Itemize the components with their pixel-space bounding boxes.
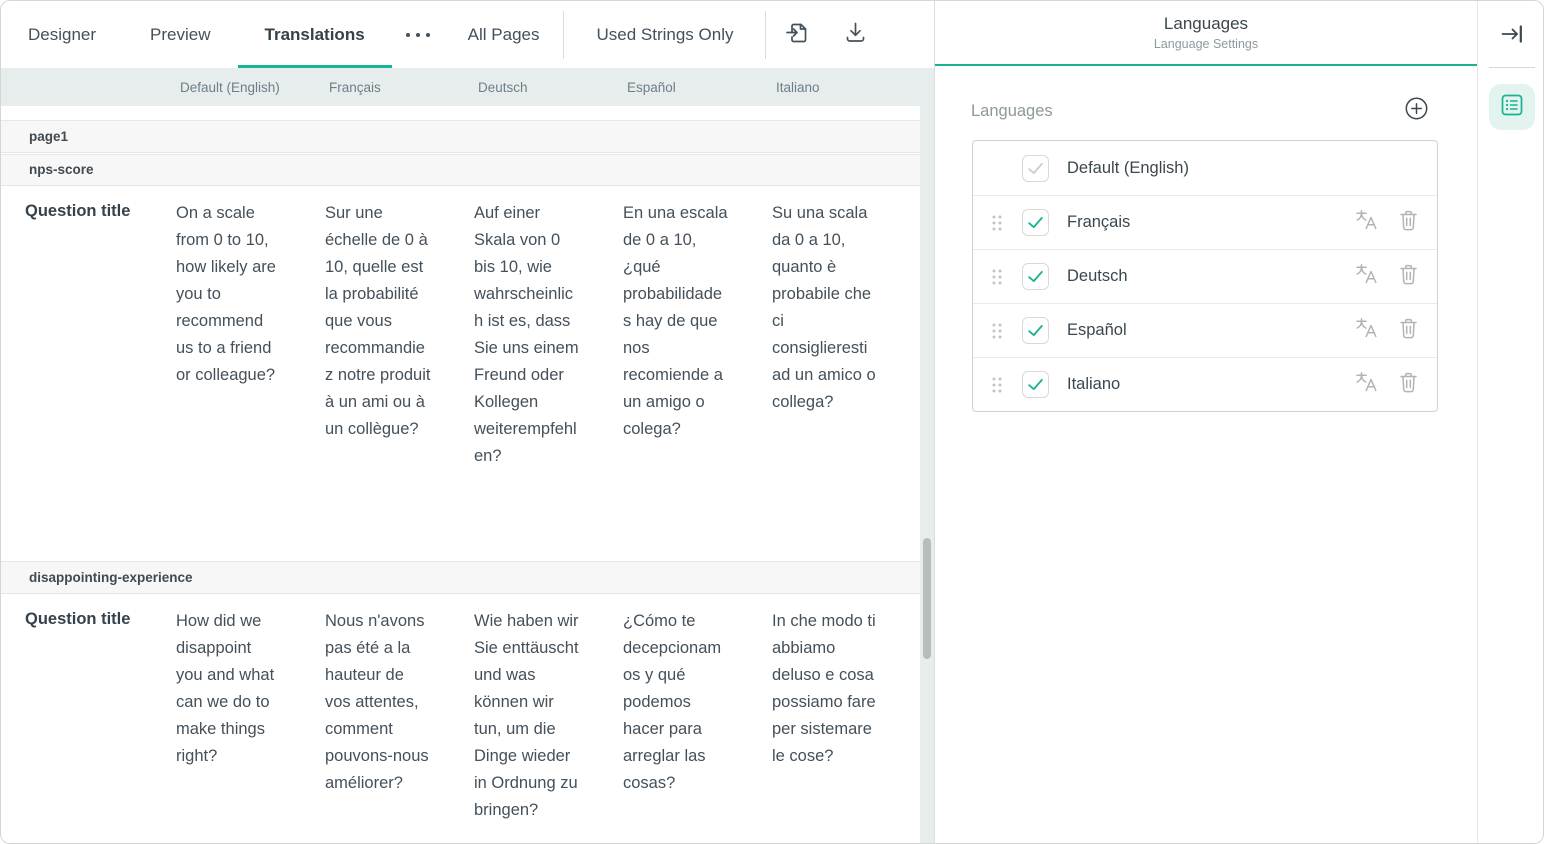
language-row-default: Default (English)	[973, 141, 1437, 195]
languages-list: Default (English) Français	[972, 140, 1438, 412]
language-row-espanol: Español	[973, 303, 1437, 357]
tab-translations[interactable]: Translations	[238, 1, 392, 68]
download-icon	[841, 18, 870, 52]
drag-handle-icon[interactable]	[991, 322, 1003, 340]
collapse-panel-button[interactable]	[1495, 19, 1529, 53]
auto-translate-icon	[1354, 208, 1379, 238]
toggle-all-pages[interactable]: All Pages	[446, 1, 562, 68]
translation-cell-espanol[interactable]: ¿Cómo te decepcionamos y qué podemos hac…	[613, 594, 762, 797]
drag-handle-icon[interactable]	[991, 376, 1003, 394]
plus-circle-icon	[1404, 96, 1429, 126]
language-row-italiano: Italiano	[973, 357, 1437, 411]
delete-language-button[interactable]	[1394, 317, 1422, 345]
tab-preview[interactable]: Preview	[123, 1, 237, 68]
column-header-deutsch: Deutsch	[464, 80, 613, 95]
auto-translate-icon	[1354, 370, 1379, 400]
row-label: Question title	[1, 186, 166, 221]
column-header-francais: Français	[315, 80, 464, 95]
delete-language-button[interactable]	[1394, 209, 1422, 237]
drag-handle-icon[interactable]	[991, 214, 1003, 232]
auto-translate-icon	[1354, 316, 1379, 346]
panel-subtitle: Language Settings	[935, 37, 1477, 51]
translation-cell-default[interactable]: On a scale from 0 to 10, how likely are …	[166, 186, 315, 389]
translation-cell-deutsch[interactable]: Auf einer Skala von 0 bis 10, wie wahrsc…	[464, 186, 613, 470]
translation-cell-francais[interactable]: Sur une échelle de 0 à 10, quelle est la…	[315, 186, 464, 443]
language-settings-panel: Languages Language Settings Languages	[934, 1, 1477, 844]
column-header-italiano: Italiano	[762, 80, 911, 95]
trash-icon	[1397, 208, 1420, 238]
import-document-icon	[783, 18, 812, 52]
group-row-nps-score[interactable]: nps-score	[1, 153, 920, 186]
drag-handle-icon[interactable]	[991, 268, 1003, 286]
app-window: Designer Preview Translations All Pages …	[0, 0, 1544, 844]
column-header-default: Default (English)	[166, 80, 315, 95]
language-checkbox-francais[interactable]	[1022, 209, 1049, 236]
ellipsis-icon[interactable]	[402, 27, 434, 43]
translation-table-header: Default (English) Français Deutsch Españ…	[1, 68, 934, 106]
side-toolbar	[1477, 1, 1544, 844]
panel-header: Languages Language Settings	[935, 1, 1477, 66]
language-name: Français	[1067, 213, 1352, 232]
translation-table: page1 nps-score Question title On a scal…	[1, 106, 920, 844]
column-header-espanol: Español	[613, 80, 762, 95]
language-checkbox-espanol[interactable]	[1022, 317, 1049, 344]
language-name: Deutsch	[1067, 267, 1352, 286]
auto-translate-button[interactable]	[1352, 209, 1380, 237]
panel-title: Languages	[935, 14, 1477, 34]
delete-language-button[interactable]	[1394, 263, 1422, 291]
collapse-panel-icon	[1499, 21, 1525, 52]
language-checkbox-italiano[interactable]	[1022, 371, 1049, 398]
group-row-page1[interactable]: page1	[1, 120, 920, 153]
language-row-deutsch: Deutsch	[973, 249, 1437, 303]
toolbar-separator	[765, 11, 766, 59]
toolbar-divider	[1489, 67, 1535, 68]
toggle-used-strings-only[interactable]: Used Strings Only	[566, 1, 763, 68]
auto-translate-button[interactable]	[1352, 263, 1380, 291]
language-name: Español	[1067, 321, 1352, 340]
language-checkbox-default	[1022, 155, 1049, 182]
tab-designer[interactable]: Designer	[1, 1, 123, 68]
translation-cell-italiano[interactable]: In che modo ti abbiamo deluso e cosa pos…	[762, 594, 911, 770]
property-grid-tool-button[interactable]	[1489, 84, 1535, 130]
auto-translate-button[interactable]	[1352, 371, 1380, 399]
trash-icon	[1397, 262, 1420, 292]
language-name: Italiano	[1067, 375, 1352, 394]
translation-cell-italiano[interactable]: Su una scala da 0 a 10, quanto è probabi…	[762, 186, 911, 416]
translation-cell-francais[interactable]: Nous n'avons pas été a la hauteur de vos…	[315, 594, 464, 797]
languages-section-title: Languages	[971, 102, 1053, 121]
scrollbar-thumb[interactable]	[923, 538, 931, 659]
export-translations-button[interactable]	[832, 12, 878, 58]
table-row: Question title How did we disappoint you…	[1, 594, 920, 824]
delete-language-button[interactable]	[1394, 371, 1422, 399]
translation-cell-espanol[interactable]: En una escala de 0 a 10, ¿qué probabilid…	[613, 186, 762, 443]
toolbar-separator	[563, 11, 564, 59]
language-name: Default (English)	[1067, 159, 1422, 178]
row-label: Question title	[1, 594, 166, 629]
auto-translate-button[interactable]	[1352, 317, 1380, 345]
trash-icon	[1397, 316, 1420, 346]
vertical-scrollbar[interactable]	[920, 106, 934, 844]
property-grid-icon	[1499, 92, 1525, 123]
group-row-disappointing-experience[interactable]: disappointing-experience	[1, 561, 920, 594]
translation-cell-default[interactable]: How did we disappoint you and what can w…	[166, 594, 315, 770]
languages-section-header: Languages	[971, 97, 1430, 125]
table-row: Question title On a scale from 0 to 10, …	[1, 186, 920, 561]
translation-cell-deutsch[interactable]: Wie haben wir Sie enttäuscht und was kön…	[464, 594, 613, 824]
import-translations-button[interactable]	[774, 12, 820, 58]
auto-translate-icon	[1354, 262, 1379, 292]
language-row-francais: Français	[973, 195, 1437, 249]
add-language-button[interactable]	[1402, 97, 1430, 125]
tab-bar: Designer Preview Translations All Pages …	[1, 1, 935, 68]
language-checkbox-deutsch[interactable]	[1022, 263, 1049, 290]
trash-icon	[1397, 370, 1420, 400]
